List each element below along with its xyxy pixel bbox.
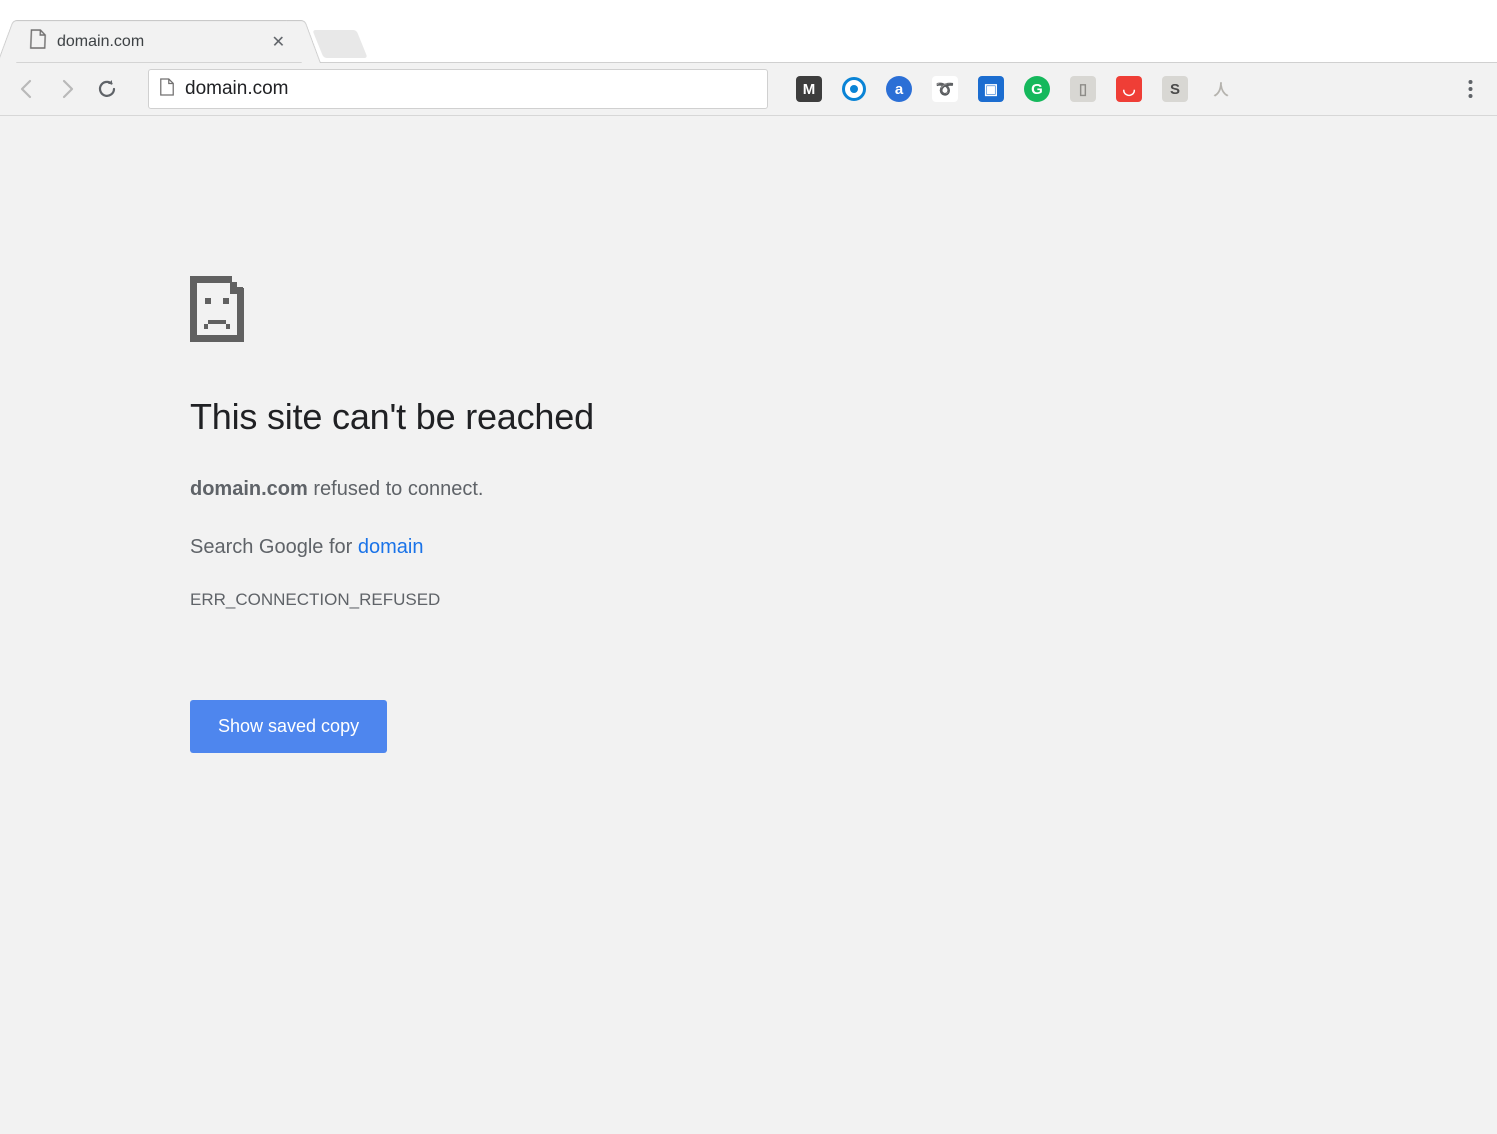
address-bar[interactable] xyxy=(148,69,768,109)
chrome-menu-button[interactable] xyxy=(1453,72,1487,106)
error-code: ERR_CONNECTION_REFUSED xyxy=(190,590,890,610)
error-title: This site can't be reached xyxy=(190,396,890,438)
extensions-row: Ma ➰ ▣ G ▯ ◡ S人 xyxy=(796,76,1234,102)
error-host: domain.com xyxy=(190,478,308,500)
show-saved-copy-button[interactable]: Show saved copy xyxy=(190,700,387,753)
doc-ext-icon[interactable]: ▯ xyxy=(1070,76,1096,102)
screenshot-ext-icon[interactable]: ▣ xyxy=(978,76,1004,102)
tab-strip: domain.com ✕ xyxy=(0,0,1497,62)
s-ext-icon[interactable]: S xyxy=(1162,76,1188,102)
sad-page-icon xyxy=(190,276,250,342)
back-button[interactable] xyxy=(10,72,44,106)
wishbone-ext-icon[interactable]: 人 xyxy=(1208,76,1234,102)
browser-toolbar: Ma ➰ ▣ G ▯ ◡ S人 xyxy=(0,62,1497,116)
error-refused-text: refused to connect. xyxy=(308,478,484,500)
forward-button[interactable] xyxy=(50,72,84,106)
error-interstitial: This site can't be reached domain.com re… xyxy=(190,276,890,753)
search-ext-icon[interactable] xyxy=(842,77,866,101)
mega-ext-icon[interactable]: M xyxy=(796,76,822,102)
amazon-ext-icon[interactable]: a xyxy=(886,76,912,102)
grammarly-ext-icon[interactable]: G xyxy=(1024,76,1050,102)
page-icon xyxy=(159,78,175,101)
bitly-ext-icon[interactable]: ➰ xyxy=(932,76,958,102)
reload-button[interactable] xyxy=(90,72,124,106)
tab-title: domain.com xyxy=(57,33,258,51)
error-search-suggestion: Search Google for domain xyxy=(190,532,890,562)
error-description: domain.com refused to connect. xyxy=(190,474,890,504)
browser-tab[interactable]: domain.com ✕ xyxy=(13,20,305,62)
url-input[interactable] xyxy=(185,78,757,100)
search-link[interactable]: domain xyxy=(358,536,424,558)
new-tab-button[interactable] xyxy=(312,30,367,58)
search-prefix: Search Google for xyxy=(190,536,358,558)
page-icon xyxy=(29,29,48,54)
pocket-ext-icon[interactable]: ◡ xyxy=(1116,76,1142,102)
page-content: This site can't be reached domain.com re… xyxy=(0,116,1497,1134)
tab-close-button[interactable]: ✕ xyxy=(267,30,289,54)
